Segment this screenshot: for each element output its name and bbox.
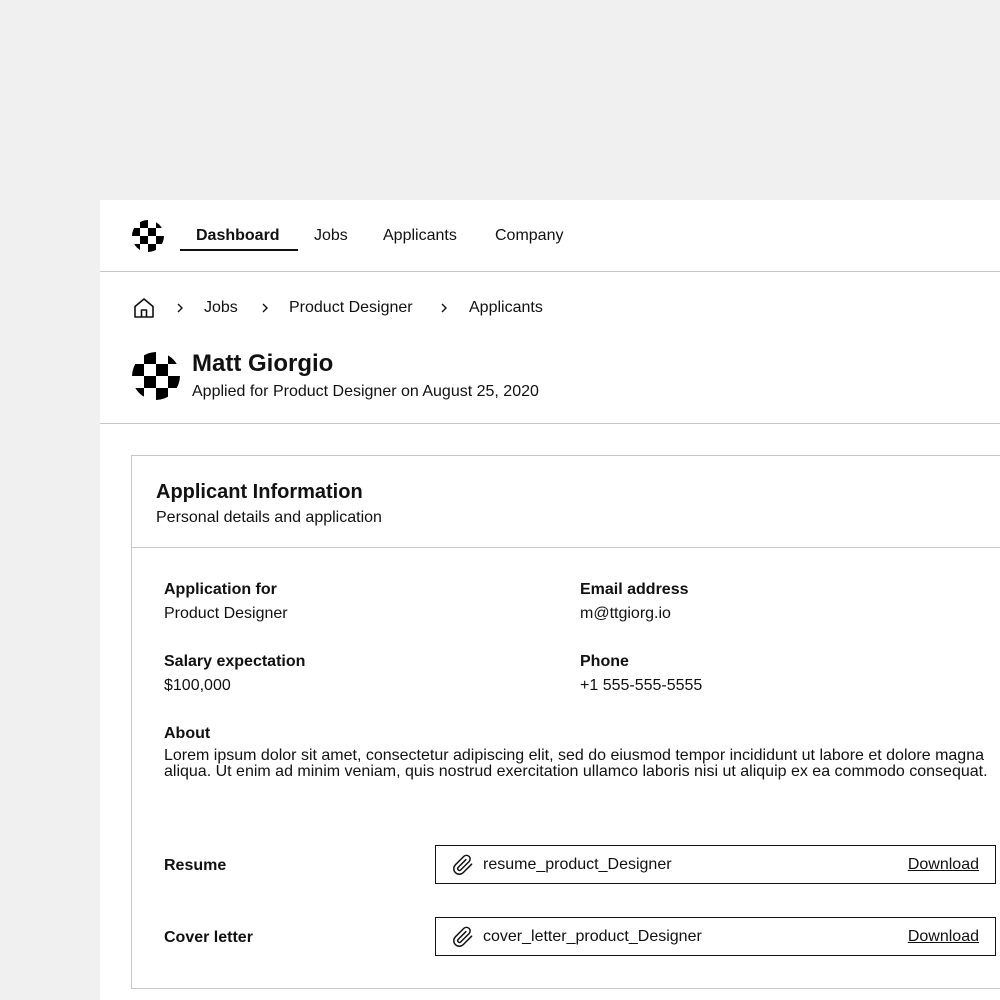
application-for-value: Product Designer (164, 605, 288, 622)
applicant-name: Matt Giorgio (192, 350, 334, 377)
card-subtitle: Personal details and application (156, 509, 382, 526)
applicant-subtitle: Applied for Product Designer on August 2… (192, 383, 539, 400)
nav-jobs[interactable]: Jobs (314, 226, 348, 246)
main-panel: Dashboard Jobs Applicants Company Jobs P… (100, 200, 1000, 1000)
phone-label: Phone (580, 653, 629, 670)
about-text: Lorem ipsum dolor sit amet, consectetur … (164, 747, 988, 780)
cover-letter-attachment: cover_letter_product_Designer Download (435, 917, 996, 956)
resume-label: Resume (164, 857, 227, 874)
application-for-label: Application for (164, 581, 277, 598)
breadcrumb-jobs[interactable]: Jobs (204, 298, 238, 318)
email-value: m@ttgiorg.io (580, 605, 671, 622)
cover-letter-download-link[interactable]: Download (908, 927, 979, 947)
about-label: About (164, 725, 211, 742)
nav-company[interactable]: Company (495, 226, 563, 246)
nav-dashboard[interactable]: Dashboard (196, 226, 280, 246)
divider (100, 423, 1000, 424)
resume-attachment: resume_product_Designer Download (435, 845, 996, 884)
checker-logo-icon[interactable] (132, 220, 164, 252)
paperclip-icon (453, 926, 473, 947)
nav-applicants[interactable]: Applicants (383, 226, 457, 246)
chevron-right-icon (262, 303, 268, 313)
chevron-right-icon (441, 303, 447, 313)
breadcrumb-product-designer[interactable]: Product Designer (289, 298, 413, 318)
applicant-info-card: Applicant Information Personal details a… (131, 455, 1000, 989)
cover-letter-label: Cover letter (164, 929, 253, 946)
chevron-right-icon (177, 303, 183, 313)
nav-active-indicator (180, 249, 298, 251)
cover-letter-file-name: cover_letter_product_Designer (483, 928, 702, 945)
card-title: Applicant Information (156, 481, 363, 503)
resume-file-name: resume_product_Designer (483, 856, 672, 873)
salary-label: Salary expectation (164, 653, 306, 670)
salary-value: $100,000 (164, 677, 231, 694)
avatar (132, 352, 180, 400)
paperclip-icon (453, 854, 473, 875)
home-icon[interactable] (132, 296, 156, 320)
divider (132, 547, 1000, 548)
top-navigation: Dashboard Jobs Applicants Company (100, 200, 1000, 272)
email-label: Email address (580, 581, 689, 598)
resume-download-link[interactable]: Download (908, 855, 979, 875)
breadcrumb-applicants[interactable]: Applicants (469, 298, 543, 318)
phone-value: +1 555-555-5555 (580, 677, 703, 694)
